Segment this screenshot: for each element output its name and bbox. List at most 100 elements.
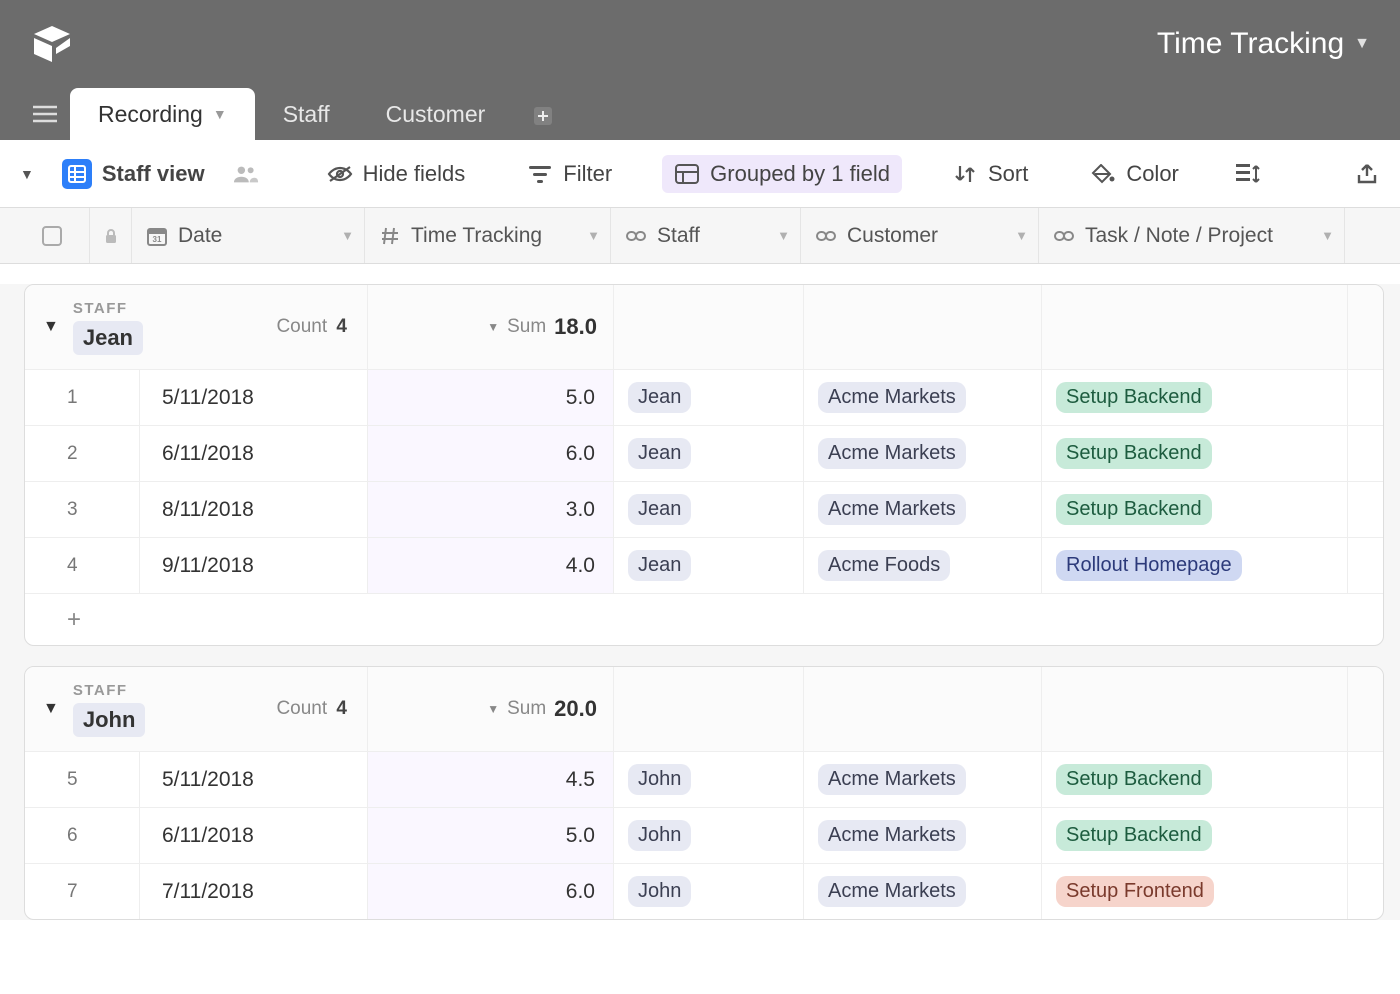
cell-time-tracking[interactable]: 6.0	[368, 426, 614, 481]
table-row[interactable]: 66/11/20185.0JohnAcme MarketsSetup Backe…	[25, 807, 1383, 863]
app-logo-icon[interactable]	[30, 22, 74, 66]
cell-task[interactable]: Setup Backend	[1042, 482, 1348, 537]
task-pill[interactable]: Setup Backend	[1056, 820, 1212, 851]
cell-task[interactable]: Setup Backend	[1042, 808, 1348, 863]
column-label: Staff	[657, 224, 700, 248]
group-sum[interactable]: ▼Sum 20.0	[368, 667, 614, 751]
column-header-staff[interactable]: Staff ▼	[611, 208, 801, 263]
cell-customer[interactable]: Acme Markets	[804, 808, 1042, 863]
cell-task[interactable]: Setup Backend	[1042, 426, 1348, 481]
cell-customer[interactable]: Acme Foods	[804, 538, 1042, 593]
caret-down-icon: ▼	[487, 702, 499, 716]
staff-pill[interactable]: Jean	[628, 550, 691, 581]
collapse-toggle[interactable]: ▼	[43, 318, 59, 336]
cell-date[interactable]: 6/11/2018	[140, 426, 368, 481]
cell-staff[interactable]: John	[614, 864, 804, 919]
cell-customer[interactable]: Acme Markets	[804, 482, 1042, 537]
cell-task[interactable]: Setup Backend	[1042, 752, 1348, 807]
view-switcher[interactable]: Staff view	[50, 153, 217, 195]
collapse-toggle[interactable]: ▼	[43, 700, 59, 718]
tab-customer[interactable]: Customer	[358, 88, 514, 140]
color-button[interactable]: Color	[1078, 155, 1191, 193]
group-sum[interactable]: ▼Sum 18.0	[368, 285, 614, 369]
sort-button[interactable]: Sort	[940, 155, 1040, 193]
hamburger-icon[interactable]	[20, 88, 70, 140]
cell-time-tracking[interactable]: 4.5	[368, 752, 614, 807]
hide-fields-label: Hide fields	[363, 161, 466, 187]
cell-customer[interactable]: Acme Markets	[804, 426, 1042, 481]
filter-button[interactable]: Filter	[515, 155, 624, 193]
row-height-button[interactable]	[1229, 155, 1267, 193]
column-header-date[interactable]: 31 Date ▼	[132, 208, 365, 263]
staff-pill[interactable]: Jean	[628, 438, 691, 469]
cell-date[interactable]: 6/11/2018	[140, 808, 368, 863]
cell-staff[interactable]: Jean	[614, 426, 804, 481]
cell-task[interactable]: Rollout Homepage	[1042, 538, 1348, 593]
cell-date[interactable]: 7/11/2018	[140, 864, 368, 919]
cell-task[interactable]: Setup Backend	[1042, 370, 1348, 425]
cell-staff[interactable]: John	[614, 808, 804, 863]
task-pill[interactable]: Rollout Homepage	[1056, 550, 1242, 581]
cell-staff[interactable]: John	[614, 752, 804, 807]
cell-customer[interactable]: Acme Markets	[804, 752, 1042, 807]
column-header-customer[interactable]: Customer ▼	[801, 208, 1039, 263]
cell-time-tracking[interactable]: 5.0	[368, 370, 614, 425]
cell-task[interactable]: Setup Frontend	[1042, 864, 1348, 919]
tab-staff[interactable]: Staff	[255, 88, 358, 140]
cell-customer[interactable]: Acme Markets	[804, 370, 1042, 425]
customer-pill[interactable]: Acme Markets	[818, 494, 966, 525]
customer-pill[interactable]: Acme Markets	[818, 764, 966, 795]
customer-pill[interactable]: Acme Markets	[818, 438, 966, 469]
cell-time-tracking[interactable]: 6.0	[368, 864, 614, 919]
cell-time-tracking[interactable]: 4.0	[368, 538, 614, 593]
table-row[interactable]: 26/11/20186.0JeanAcme MarketsSetup Backe…	[25, 425, 1383, 481]
staff-pill[interactable]: John	[628, 764, 691, 795]
cell-date[interactable]: 9/11/2018	[140, 538, 368, 593]
customer-pill[interactable]: Acme Markets	[818, 820, 966, 851]
task-pill[interactable]: Setup Backend	[1056, 764, 1212, 795]
tab-label: Recording	[98, 101, 203, 128]
cell-time-tracking[interactable]: 5.0	[368, 808, 614, 863]
table-row[interactable]: 49/11/20184.0JeanAcme FoodsRollout Homep…	[25, 537, 1383, 593]
group-value-pill[interactable]: Jean	[73, 321, 143, 355]
views-sidebar-toggle[interactable]: ▼	[14, 160, 40, 188]
task-pill[interactable]: Setup Backend	[1056, 494, 1212, 525]
share-view-button[interactable]	[1348, 155, 1386, 193]
cell-staff[interactable]: Jean	[614, 482, 804, 537]
base-title-dropdown[interactable]: Time Tracking ▼	[1157, 27, 1370, 61]
cell-date[interactable]: 5/11/2018	[140, 752, 368, 807]
table-row[interactable]: 15/11/20185.0JeanAcme MarketsSetup Backe…	[25, 369, 1383, 425]
cell-staff[interactable]: Jean	[614, 370, 804, 425]
cell-customer[interactable]: Acme Markets	[804, 864, 1042, 919]
column-header-task[interactable]: Task / Note / Project ▼	[1039, 208, 1345, 263]
cell-time-tracking[interactable]: 3.0	[368, 482, 614, 537]
task-pill[interactable]: Setup Backend	[1056, 438, 1212, 469]
cell-date[interactable]: 8/11/2018	[140, 482, 368, 537]
paint-bucket-icon	[1090, 161, 1116, 187]
task-pill[interactable]: Setup Backend	[1056, 382, 1212, 413]
add-tab-button[interactable]	[519, 92, 567, 140]
task-pill[interactable]: Setup Frontend	[1056, 876, 1214, 907]
staff-pill[interactable]: Jean	[628, 494, 691, 525]
add-row-button[interactable]: +	[25, 593, 1383, 645]
collaborators-button[interactable]	[227, 155, 265, 193]
filter-label: Filter	[563, 161, 612, 187]
link-icon	[625, 225, 647, 247]
table-row[interactable]: 77/11/20186.0JohnAcme MarketsSetup Front…	[25, 863, 1383, 919]
table-row[interactable]: 38/11/20183.0JeanAcme MarketsSetup Backe…	[25, 481, 1383, 537]
group-value-pill[interactable]: John	[73, 703, 146, 737]
tab-recording[interactable]: Recording ▼	[70, 88, 255, 140]
staff-pill[interactable]: Jean	[628, 382, 691, 413]
cell-date[interactable]: 5/11/2018	[140, 370, 368, 425]
group-button[interactable]: Grouped by 1 field	[662, 155, 902, 193]
table-row[interactable]: 55/11/20184.5JohnAcme MarketsSetup Backe…	[25, 751, 1383, 807]
customer-pill[interactable]: Acme Foods	[818, 550, 950, 581]
select-all-checkbox[interactable]	[0, 208, 90, 263]
hide-fields-button[interactable]: Hide fields	[315, 155, 478, 193]
column-header-time[interactable]: Time Tracking ▼	[365, 208, 611, 263]
staff-pill[interactable]: John	[628, 820, 691, 851]
staff-pill[interactable]: John	[628, 876, 691, 907]
cell-staff[interactable]: Jean	[614, 538, 804, 593]
customer-pill[interactable]: Acme Markets	[818, 382, 966, 413]
customer-pill[interactable]: Acme Markets	[818, 876, 966, 907]
